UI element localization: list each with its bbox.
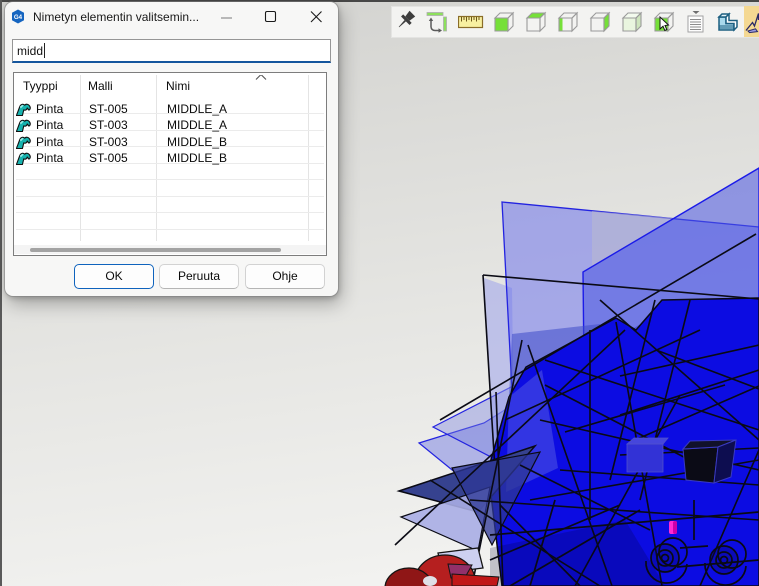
svg-text:G4: G4 bbox=[14, 14, 23, 21]
